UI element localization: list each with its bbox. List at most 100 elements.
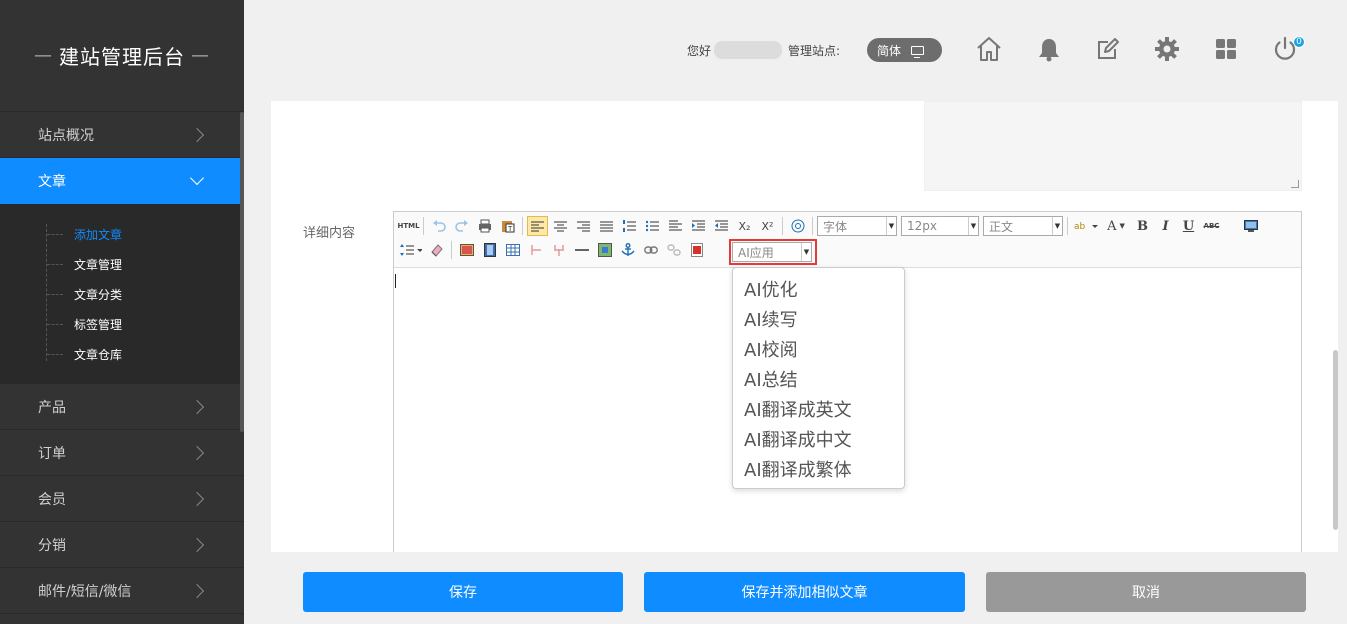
align-justify-icon[interactable] <box>596 216 617 236</box>
sidebar-item-overview[interactable]: 站点概况 <box>0 112 244 158</box>
table-icon[interactable] <box>502 240 523 260</box>
print-icon[interactable] <box>474 216 495 236</box>
paste-text-icon[interactable]: T <box>497 216 518 236</box>
toolbar-separator <box>782 217 783 235</box>
unlink-icon[interactable] <box>663 240 684 260</box>
dropdown-arrow-icon: ▼ <box>968 217 978 235</box>
user-name-redacted <box>714 41 782 59</box>
sidebar-scrollbar[interactable] <box>240 112 244 432</box>
anchor-icon[interactable] <box>617 240 638 260</box>
subnav-tag-manage[interactable]: 标签管理 <box>0 309 244 339</box>
text-cursor <box>395 274 396 288</box>
superscript-button[interactable]: X² <box>757 216 778 236</box>
ai-option-proofread[interactable]: AI校阅 <box>733 334 904 364</box>
subnav-article-manage[interactable]: 文章管理 <box>0 249 244 279</box>
align-center-icon[interactable] <box>550 216 571 236</box>
italic-button[interactable]: I <box>1155 216 1176 236</box>
save-button[interactable]: 保存 <box>303 572 623 612</box>
ai-option-translate-chinese[interactable]: AI翻译成中文 <box>733 424 904 454</box>
ai-option-summarize[interactable]: AI总结 <box>733 364 904 394</box>
sidebar-item-article[interactable]: 文章 <box>0 158 244 204</box>
eraser-icon[interactable] <box>426 240 447 260</box>
home-icon[interactable] <box>974 34 1004 64</box>
align-right-icon[interactable] <box>573 216 594 236</box>
font-family-select[interactable]: 字体 ▼ <box>817 216 897 236</box>
underline-button[interactable]: U <box>1178 216 1199 236</box>
anchor-at-icon[interactable] <box>787 216 808 236</box>
font-size-select[interactable]: 12px ▼ <box>901 216 979 236</box>
align-left-icon[interactable] <box>527 216 548 236</box>
resize-handle-icon[interactable] <box>1291 180 1299 188</box>
edit-icon[interactable] <box>1093 34 1123 64</box>
merge-cells-icon[interactable] <box>525 240 546 260</box>
preview-monitor-icon[interactable] <box>1240 216 1261 236</box>
undo-icon[interactable] <box>428 216 449 236</box>
horizontal-rule-icon[interactable] <box>571 240 592 260</box>
brand-text: 建站管理后台 <box>59 45 185 69</box>
redo-icon[interactable] <box>451 216 472 236</box>
sidebar-item-label: 产品 <box>38 399 66 416</box>
brand-dash-left: — <box>34 45 53 66</box>
video-icon[interactable] <box>479 240 500 260</box>
editor-toolbar: HTML T X₂ X² 字体 ▼ 12px ▼ 正文 ▼ ab A ▼ B I… <box>394 212 1301 268</box>
sidebar-item-distribution[interactable]: 分销 <box>0 522 244 568</box>
ai-option-optimize[interactable]: AI优化 <box>733 274 904 304</box>
greeting-text: 您好 <box>687 44 712 58</box>
line-height-icon[interactable] <box>665 216 686 236</box>
subnav-article-repo[interactable]: 文章仓库 <box>0 339 244 369</box>
bell-icon[interactable] <box>1034 34 1064 64</box>
ai-option-translate-english[interactable]: AI翻译成英文 <box>733 394 904 424</box>
sidebar-item-label: 邮件/短信/微信 <box>38 583 132 600</box>
font-size-value: 12px <box>907 219 937 233</box>
paragraph-select[interactable]: 正文 ▼ <box>983 216 1063 236</box>
font-family-value: 字体 <box>823 219 848 234</box>
brand-title: — 建站管理后台 — <box>0 0 244 112</box>
indent-icon[interactable] <box>688 216 709 236</box>
summary-textarea[interactable] <box>924 101 1302 191</box>
chevron-right-icon <box>189 583 205 598</box>
subnav-add-article[interactable]: 添加文章 <box>0 219 244 249</box>
outdent-icon[interactable] <box>711 216 732 236</box>
detail-content-label: 详细内容 <box>303 226 356 241</box>
sidebar-item-product[interactable]: 产品 <box>0 384 244 430</box>
language-switch-button[interactable]: 简体 <box>867 38 942 62</box>
sidebar-item-messaging[interactable]: 邮件/短信/微信 <box>0 568 244 614</box>
ordered-list-icon[interactable] <box>619 216 640 236</box>
chevron-right-icon <box>189 491 205 506</box>
sidebar-item-member[interactable]: 会员 <box>0 476 244 522</box>
ai-option-translate-traditional[interactable]: AI翻译成繁体 <box>733 454 904 484</box>
sidebar-item-order[interactable]: 订单 <box>0 430 244 476</box>
image-icon[interactable] <box>456 240 477 260</box>
subscript-button[interactable]: X₂ <box>734 216 755 236</box>
chevron-right-icon <box>189 445 205 460</box>
sidebar-item-label: 站点概况 <box>38 127 94 144</box>
unordered-list-icon[interactable] <box>642 216 663 236</box>
apps-icon[interactable] <box>1211 34 1241 64</box>
gear-icon[interactable] <box>1152 34 1182 64</box>
site-label: 管理站点: <box>788 44 841 58</box>
svg-text:ab: ab <box>1074 222 1086 232</box>
ai-option-continue[interactable]: AI续写 <box>733 304 904 334</box>
save-and-add-similar-button[interactable]: 保存并添加相似文章 <box>644 572 965 612</box>
strikethrough-button[interactable]: ABC <box>1201 216 1222 236</box>
article-subnav: 添加文章 文章管理 文章分类 标签管理 文章仓库 <box>0 204 244 384</box>
font-color-button[interactable]: A ▼ <box>1102 216 1130 236</box>
highlight-color-icon[interactable]: ab <box>1072 216 1100 236</box>
row-spacing-icon[interactable] <box>398 240 424 260</box>
map-image-icon[interactable] <box>594 240 615 260</box>
link-icon[interactable] <box>640 240 661 260</box>
font-color-glyph: A <box>1107 218 1117 234</box>
html-source-button[interactable]: HTML <box>397 216 419 236</box>
main-scrollbar[interactable] <box>1333 350 1338 530</box>
split-cells-icon[interactable] <box>548 240 569 260</box>
subnav-article-category[interactable]: 文章分类 <box>0 279 244 309</box>
chevron-right-icon <box>189 537 205 552</box>
ai-application-select[interactable]: AI应用 ▼ <box>732 242 812 262</box>
sidebar-item-label: 文章 <box>38 174 66 190</box>
sidebar-item-label: 订单 <box>38 445 66 462</box>
cancel-button[interactable]: 取消 <box>986 572 1306 612</box>
power-icon[interactable] <box>1270 34 1300 64</box>
bold-button[interactable]: B <box>1132 216 1153 236</box>
pdf-file-icon[interactable] <box>686 240 707 260</box>
toolbar-separator <box>451 241 452 259</box>
